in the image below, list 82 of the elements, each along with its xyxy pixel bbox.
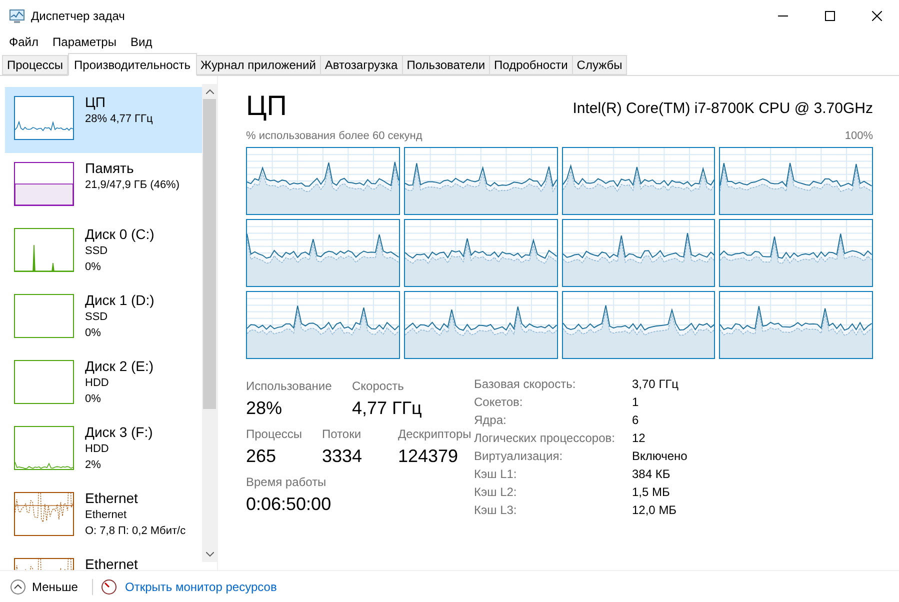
detail-value: 1 xyxy=(632,394,640,410)
window-title: Диспетчер задач xyxy=(31,8,125,25)
detail-label: Виртуализация: xyxy=(474,448,564,464)
tab[interactable]: Подробности xyxy=(489,55,573,75)
maximize-icon[interactable] xyxy=(825,11,835,21)
detail-label: Кэш L2: xyxy=(474,484,518,500)
tab[interactable]: Пользователи xyxy=(402,55,490,75)
sidebar-item-detail: SSD xyxy=(85,310,109,325)
sidebar-item[interactable]: Ethernet xyxy=(5,549,202,570)
stat-value: 4,77 ГГц xyxy=(352,396,423,420)
collapse-icon xyxy=(10,578,26,594)
tab[interactable]: Журнал приложений xyxy=(196,55,321,75)
menu-item[interactable]: Вид xyxy=(130,33,152,51)
detail-label: Логических процессоров: xyxy=(474,430,616,446)
stat-label: Время работы xyxy=(246,474,328,490)
scrollbar-thumb[interactable] xyxy=(203,99,216,409)
sidebar-item-detail: Ethernet xyxy=(85,508,128,523)
cpu-model: Intel(R) Core(TM) i7-8700K CPU @ 3.70GHz xyxy=(572,98,873,118)
stat-label: Процессы xyxy=(246,426,304,442)
stat-value: 28% xyxy=(246,396,284,420)
sidebar-item-detail: О: 7,8 П: 0,2 Мбит/с xyxy=(85,524,186,539)
gauge-icon xyxy=(100,578,117,594)
sidebar-item-title: Диск 0 (C:) xyxy=(85,225,154,243)
tab[interactable]: Автозагрузка xyxy=(320,55,403,75)
detail-value: 384 КБ xyxy=(632,466,672,482)
page-title: ЦП xyxy=(246,90,287,122)
sidebar-item-detail: 21,9/47,9 ГБ (46%) xyxy=(85,178,180,193)
fewer-details-button[interactable]: Меньше xyxy=(10,578,78,596)
detail-value: 1,5 МБ xyxy=(632,484,671,500)
detail-value: 12,0 МБ xyxy=(632,502,678,518)
sidebar-item[interactable]: Диск 0 (C:) SSD 0% xyxy=(5,219,202,285)
stat-label: Потоки xyxy=(322,426,362,442)
graph-caption: % использования более 60 секунд xyxy=(246,129,422,144)
sidebar-item-detail: SSD xyxy=(85,244,109,259)
sidebar-item[interactable]: Память 21,9/47,9 ГБ (46%) xyxy=(5,153,202,219)
menu-item[interactable]: Параметры xyxy=(52,33,116,51)
menu-item[interactable]: Файл xyxy=(9,33,39,51)
sidebar-item-title: Ethernet xyxy=(85,489,139,507)
sidebar-item[interactable]: Диск 1 (D:) SSD 0% xyxy=(5,285,202,351)
stat-label: Скорость xyxy=(352,378,405,394)
sidebar-item[interactable]: Диск 2 (E:) HDD 0% xyxy=(5,351,202,417)
detail-label: Ядра: xyxy=(474,412,508,428)
sidebar-item[interactable]: Ethernet Ethernet О: 7,8 П: 0,2 Мбит/с xyxy=(5,483,202,549)
detail-label: Базовая скорость: xyxy=(474,376,577,392)
detail-value: 6 xyxy=(632,412,640,428)
detail-value: 12 xyxy=(632,430,646,446)
sidebar-item-detail: 0% xyxy=(85,260,102,275)
sidebar-item-title: ЦП xyxy=(85,93,106,111)
close-icon[interactable] xyxy=(872,11,882,21)
sidebar-item-detail: 2% xyxy=(85,458,102,473)
tab[interactable]: Производительность xyxy=(68,53,196,76)
scroll-up-icon[interactable] xyxy=(206,89,214,94)
sidebar-item-title: Память xyxy=(85,159,135,177)
sidebar-item-title: Диск 2 (E:) xyxy=(85,357,154,375)
detail-label: Сокетов: xyxy=(474,394,524,410)
sidebar-item-detail: 28% 4,77 ГГц xyxy=(85,112,153,127)
sidebar-item-title: Диск 1 (D:) xyxy=(85,291,154,309)
stat-value: 124379 xyxy=(398,444,460,468)
tab[interactable]: Процессы xyxy=(2,55,68,75)
detail-label: Кэш L1: xyxy=(474,466,518,482)
detail-value: Включено xyxy=(632,448,688,464)
sidebar-item-detail: HDD xyxy=(85,442,110,457)
stat-value: 0:06:50:00 xyxy=(246,492,332,516)
scrollbar[interactable] xyxy=(202,84,217,562)
graph-max-label: 100% xyxy=(844,129,873,144)
sidebar-item-detail: HDD xyxy=(85,376,110,391)
sidebar-item-detail: 0% xyxy=(85,326,102,341)
sidebar-item[interactable]: ЦП 28% 4,77 ГГц xyxy=(5,87,202,153)
stat-label: Дескрипторы xyxy=(398,426,472,442)
scroll-down-icon[interactable] xyxy=(206,552,214,557)
resource-monitor-link[interactable]: Открыть монитор ресурсов xyxy=(124,578,277,596)
sidebar-item-title: Диск 3 (F:) xyxy=(85,423,153,441)
sidebar-item-title: Ethernet xyxy=(85,555,138,570)
tab[interactable]: Службы xyxy=(572,55,628,75)
monitor-icon xyxy=(9,8,25,24)
detail-label: Кэш L3: xyxy=(474,502,518,518)
sidebar-item-detail: 0% xyxy=(85,392,102,407)
stat-label: Использование xyxy=(246,378,333,394)
stat-value: 3334 xyxy=(322,444,364,468)
stat-value: 265 xyxy=(246,444,278,468)
detail-value: 3,70 ГГц xyxy=(632,376,680,392)
sidebar-item[interactable]: Диск 3 (F:) HDD 2% xyxy=(5,417,202,483)
